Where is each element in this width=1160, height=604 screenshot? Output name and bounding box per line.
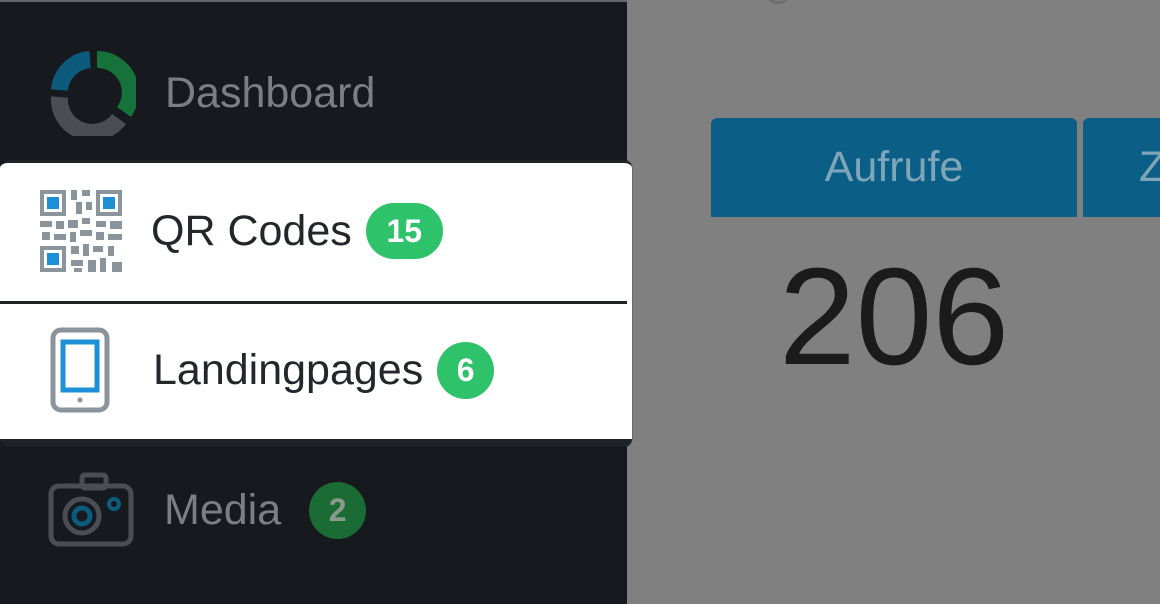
views-count: 206 <box>778 240 1010 394</box>
sidebar-top-border <box>0 0 627 2</box>
sidebar-item-label: QR Codes <box>151 206 352 255</box>
media-count-badge: 2 <box>309 481 367 539</box>
menu-divider <box>0 301 627 304</box>
sidebar-item-media[interactable]: Media 2 <box>48 470 367 550</box>
sidebar: Dashboard QR Codes 15 Landingpages 6 Med… <box>0 0 632 604</box>
smartphone-icon <box>50 327 110 413</box>
sidebar-item-qr-codes[interactable]: QR Codes 15 <box>38 187 443 275</box>
sidebar-item-label: Landingpages <box>153 345 424 394</box>
qr-codes-count-badge: 15 <box>365 203 443 259</box>
sidebar-item-landingpages[interactable]: Landingpages 6 <box>50 326 495 414</box>
highlighted-menu-panel: QR Codes 15 Landingpages 6 <box>0 160 632 447</box>
tab-aufrufe[interactable]: Aufrufe <box>711 118 1077 217</box>
camera-icon <box>48 472 134 548</box>
partial-top-element <box>766 0 790 4</box>
sidebar-item-dashboard[interactable]: Dashboard <box>50 50 375 136</box>
tab-next[interactable]: Z <box>1083 118 1160 217</box>
sidebar-item-label: Dashboard <box>165 68 376 117</box>
app-screen: Dashboard QR Codes 15 Landingpages 6 Med… <box>0 0 1160 604</box>
sidebar-item-label: Media <box>164 485 282 534</box>
dashboard-donut-icon <box>50 50 136 136</box>
qr-code-icon <box>38 188 124 274</box>
stats-tabs: Aufrufe Z <box>711 118 1160 217</box>
landingpages-count-badge: 6 <box>437 341 495 399</box>
